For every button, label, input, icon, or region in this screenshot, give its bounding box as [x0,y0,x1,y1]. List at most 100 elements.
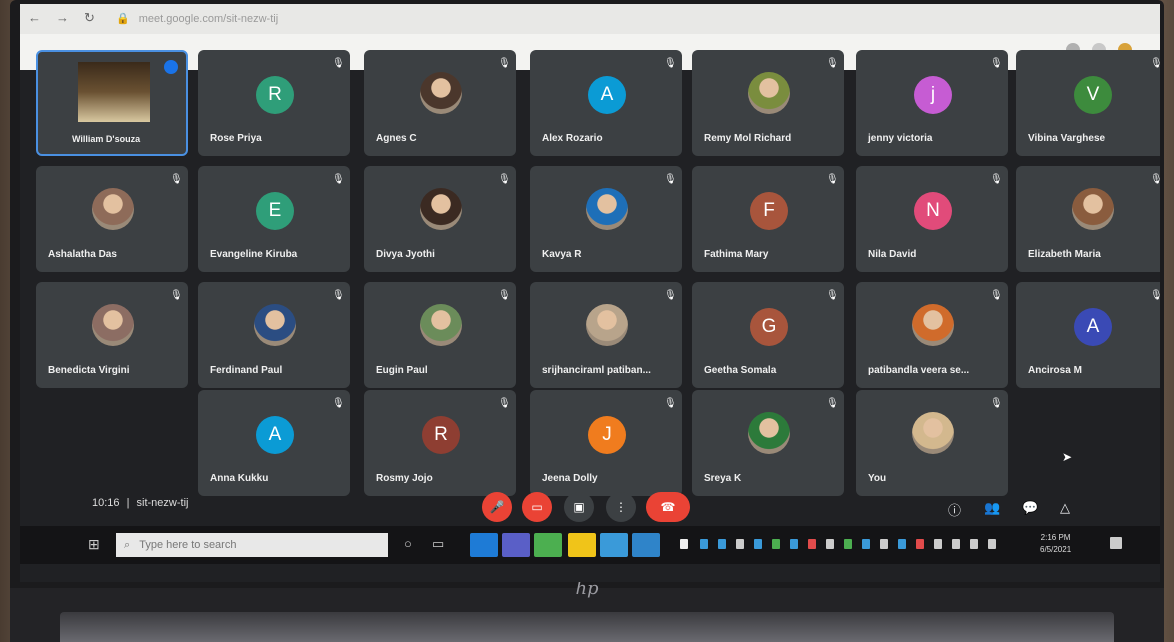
participant-avatar [420,304,462,346]
taskbar-app-file-explorer[interactable] [568,533,596,557]
participant-tile[interactable]: 🎙 Eugin Paul [364,282,516,388]
notification-icon[interactable] [1110,537,1122,549]
tray-icon[interactable] [718,539,726,549]
microphone-off-icon: 🎙 [990,58,1003,69]
participant-tile[interactable]: William D'souza [36,50,188,156]
participant-avatar: J [588,416,626,454]
participant-tile[interactable]: 🎙 Remy Mol Richard [692,50,844,156]
back-icon[interactable]: ← [28,10,41,25]
reload-icon[interactable]: ↻ [84,10,95,26]
forward-icon[interactable]: → [56,10,69,25]
taskbar-clock[interactable]: 2:16 PM 6/5/2021 [1040,532,1071,556]
windows-start-icon[interactable]: ⊞ [88,536,100,553]
taskbar-app-chrome[interactable] [534,533,562,557]
camera-off-button[interactable]: ▭ [522,492,552,522]
participant-avatar: R [256,76,294,114]
participant-name: Remy Mol Richard [704,133,792,144]
participant-tile[interactable]: 🎙 A Ancirosa M [1016,282,1160,388]
participant-tile[interactable]: 🎙 You [856,390,1008,496]
participant-tile[interactable]: 🎙 J Jeena Dolly [530,390,682,496]
participant-tile[interactable]: 🎙 Divya Jyothi [364,166,516,272]
participant-avatar [912,412,954,454]
more-options-button[interactable]: ⋮ [606,492,636,522]
participant-name: You [868,473,887,484]
task-view-icon[interactable]: ▭ [432,536,444,552]
tray-icon[interactable] [952,539,960,549]
participant-tile[interactable]: 🎙 Benedicta Virgini [36,282,188,388]
tray-icon[interactable] [916,539,924,549]
lock-icon: 🔒 [116,13,130,25]
participant-name: William D'souza [72,134,141,144]
participant-tile[interactable]: 🎙 V Vibina Varghese [1016,50,1160,156]
microphone-off-icon: 🎙 [1150,58,1160,69]
meet-footer: 10:16 | sit-nezw-tij 🎤 ▭ ▣ ⋮ ☎ ⓘ 👥 💬 △ [20,484,1160,532]
participant-tile[interactable]: 🎙 A Alex Rozario [530,50,682,156]
tray-icon[interactable] [772,539,780,549]
participant-avatar: A [588,76,626,114]
participant-name: jenny victoria [868,133,933,144]
tray-icon[interactable] [826,539,834,549]
address-bar[interactable]: 🔒 meet.google.com/sit-nezw-tij [116,9,536,29]
wifi-icon[interactable] [970,539,978,549]
people-icon[interactable]: 👥 [984,500,1000,516]
participant-avatar: j [914,76,952,114]
microphone-off-icon: 🎙 [664,174,677,185]
tray-icon[interactable] [934,539,942,549]
participant-name: Sreya K [704,473,742,484]
taskbar-search[interactable]: ⌕ Type here to search [116,533,388,557]
tray-icon[interactable] [898,539,906,549]
tray-icon[interactable] [680,539,688,549]
activities-icon[interactable]: △ [1060,500,1070,516]
tray-icon[interactable] [862,539,870,549]
chat-icon[interactable]: 💬 [1022,500,1038,516]
participant-tile[interactable]: 🎙 srijhanciraml patiban... [530,282,682,388]
participant-name: Geetha Somala [704,365,777,376]
participant-tile[interactable]: 🎙 R Rosmy Jojo [364,390,516,496]
participant-tile[interactable]: 🎙 Ashalatha Das [36,166,188,272]
taskbar-app-edge[interactable] [632,533,660,557]
microphone-off-icon: 🎙 [990,174,1003,185]
tray-icon[interactable] [700,539,708,549]
participant-name: Eugin Paul [376,365,428,376]
tray-icon[interactable] [880,539,888,549]
taskbar-app-store[interactable] [600,533,628,557]
participant-tile[interactable]: 🎙 R Rose Priya [198,50,350,156]
participant-tile[interactable]: 🎙 Elizabeth Maria [1016,166,1160,272]
participant-tile[interactable]: 🎙 Kavya R [530,166,682,272]
participant-tile[interactable]: 🎙 j jenny victoria [856,50,1008,156]
participant-avatar [420,188,462,230]
participant-tile[interactable]: 🎙 Agnes C [364,50,516,156]
cortana-icon[interactable]: ○ [404,536,412,551]
tray-icon[interactable] [736,539,744,549]
participant-tile[interactable]: 🎙 A Anna Kukku [198,390,350,496]
tray-icon[interactable] [754,539,762,549]
participant-tile[interactable]: 🎙 Ferdinand Paul [198,282,350,388]
microphone-off-icon: 🎙 [498,58,511,69]
microphone-off-icon: 🎙 [332,398,345,409]
mic-off-button[interactable]: 🎤 [482,492,512,522]
taskbar-app-teams[interactable] [502,533,530,557]
participant-name: Rosmy Jojo [376,473,433,484]
participant-tile[interactable]: 🎙 E Evangeline Kiruba [198,166,350,272]
present-button[interactable]: ▣ [564,492,594,522]
participant-tile[interactable]: 🎙 Sreya K [692,390,844,496]
participant-tile[interactable]: 🎙 patibandla veera se... [856,282,1008,388]
participant-name: Alex Rozario [542,133,603,144]
microphone-off-icon: 🎙 [332,58,345,69]
participant-name: Nila David [868,249,917,260]
participant-avatar [586,304,628,346]
participant-avatar [254,304,296,346]
microphone-off-icon: 🎙 [826,290,839,301]
tray-icon[interactable] [808,539,816,549]
tray-icon[interactable] [844,539,852,549]
leave-call-button[interactable]: ☎ [646,492,690,522]
volume-icon[interactable] [988,539,996,549]
tray-icon[interactable] [790,539,798,549]
participant-tile[interactable]: 🎙 F Fathima Mary [692,166,844,272]
taskbar-app-outlook[interactable] [470,533,498,557]
info-icon[interactable]: ⓘ [948,500,961,519]
participant-tile[interactable]: 🎙 G Geetha Somala [692,282,844,388]
participant-tile[interactable]: 🎙 N Nila David [856,166,1008,272]
microphone-off-icon: 🎙 [1150,290,1160,301]
participant-avatar: A [1074,308,1112,346]
